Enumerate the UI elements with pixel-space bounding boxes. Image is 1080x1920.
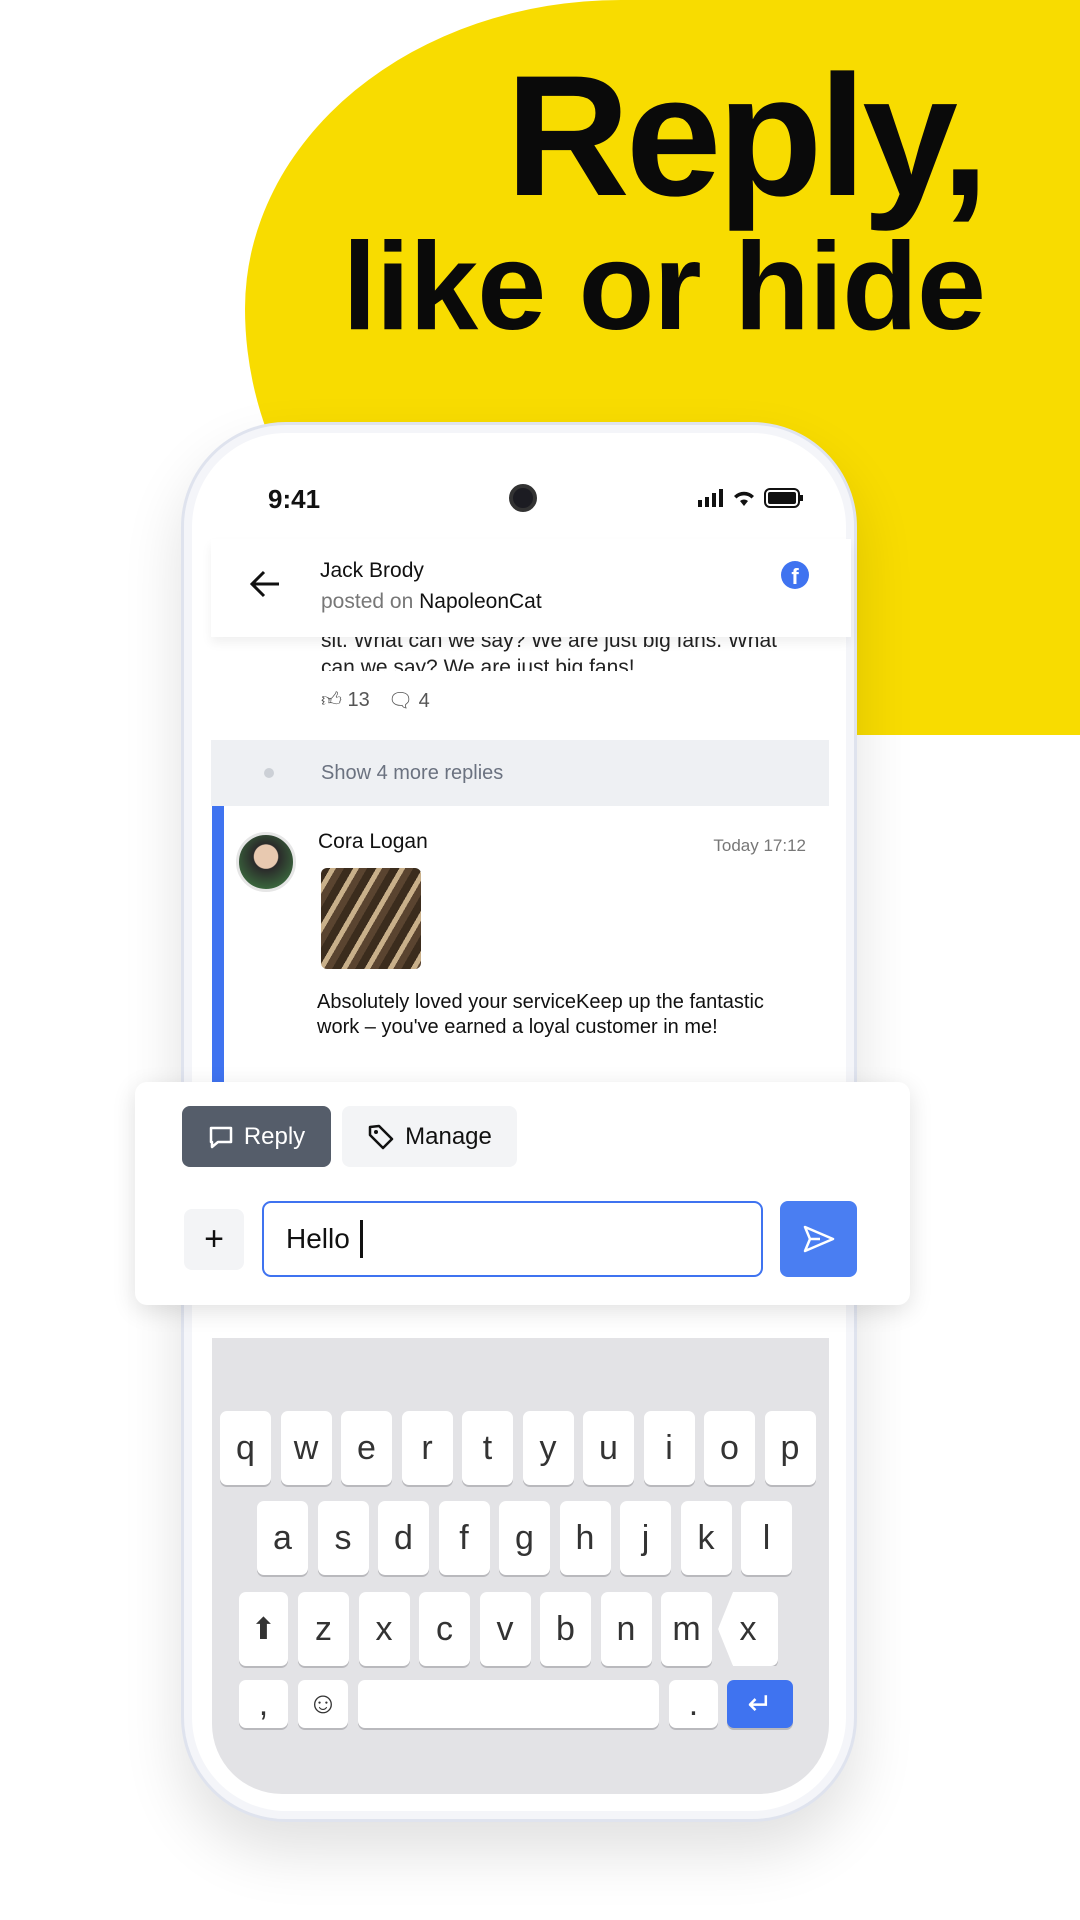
reply-tab[interactable]: Reply bbox=[182, 1106, 331, 1167]
signal-icon bbox=[698, 489, 723, 507]
key-e[interactable]: e bbox=[341, 1411, 392, 1485]
tag-icon bbox=[368, 1124, 394, 1149]
avatar bbox=[236, 832, 296, 892]
key-g[interactable]: g bbox=[499, 1501, 550, 1575]
reply-input[interactable]: Hello bbox=[262, 1201, 763, 1277]
manage-tab[interactable]: Manage bbox=[342, 1106, 517, 1167]
reply-label: Reply bbox=[243, 1122, 306, 1150]
space-key[interactable] bbox=[358, 1680, 659, 1728]
key-a[interactable]: a bbox=[257, 1501, 308, 1575]
headline-line2: like or hide bbox=[342, 218, 986, 356]
key-o[interactable]: o bbox=[704, 1411, 755, 1485]
return-icon: ↵ bbox=[747, 1687, 773, 1721]
emoji-key[interactable]: ☺ bbox=[298, 1680, 348, 1728]
attach-plus-button[interactable]: + bbox=[184, 1209, 244, 1270]
text-cursor bbox=[359, 1220, 363, 1258]
shift-key[interactable]: ⬆ bbox=[239, 1592, 288, 1666]
key-k[interactable]: k bbox=[680, 1501, 732, 1575]
thread-dot bbox=[264, 768, 274, 778]
battery-icon bbox=[764, 488, 803, 508]
page-name[interactable]: NapoleonCat bbox=[419, 590, 542, 613]
status-time: 9:41 bbox=[268, 484, 321, 514]
key-z[interactable]: z bbox=[298, 1592, 349, 1666]
show-more-label: Show 4 more replies bbox=[321, 762, 504, 784]
key-s[interactable]: s bbox=[317, 1501, 369, 1575]
send-icon bbox=[803, 1225, 834, 1253]
show-more-replies[interactable]: Show 4 more replies bbox=[211, 740, 829, 806]
period-key[interactable]: . bbox=[669, 1680, 718, 1728]
manage-label: Manage bbox=[405, 1122, 492, 1150]
key-x[interactable]: x bbox=[358, 1592, 410, 1666]
reply-action-card: Reply Manage + Hello bbox=[135, 1082, 910, 1305]
likes-value: 13 bbox=[347, 689, 370, 711]
key-j[interactable]: j bbox=[620, 1501, 671, 1575]
key-i[interactable]: i bbox=[643, 1411, 695, 1485]
status-icons bbox=[698, 488, 804, 508]
backspace-icon: x bbox=[739, 1609, 757, 1648]
camera-icon bbox=[509, 484, 537, 512]
shift-icon: ⬆ bbox=[250, 1612, 277, 1646]
previous-comment-stats: 👍︎ 13 🗨︎ 4 bbox=[321, 688, 430, 713]
key-d[interactable]: d bbox=[378, 1501, 429, 1575]
key-v[interactable]: v bbox=[479, 1592, 531, 1666]
key-u[interactable]: u bbox=[583, 1411, 634, 1485]
comment-author: Cora Logan bbox=[318, 830, 428, 853]
key-r[interactable]: r bbox=[401, 1411, 453, 1485]
key-b[interactable]: b bbox=[540, 1592, 591, 1666]
key-c[interactable]: c bbox=[419, 1592, 470, 1666]
replies-value: 4 bbox=[418, 690, 430, 712]
key-t[interactable]: t bbox=[462, 1411, 513, 1485]
replies-count[interactable]: 🗨︎ 4 bbox=[388, 688, 430, 713]
key-w[interactable]: w bbox=[280, 1411, 332, 1485]
key-p[interactable]: p bbox=[764, 1411, 816, 1485]
likes-count[interactable]: 👍︎ 13 bbox=[321, 688, 370, 713]
key-n[interactable]: n bbox=[600, 1592, 652, 1666]
posted-on: posted on NapoleonCat bbox=[321, 590, 542, 614]
post-author: Jack Brody bbox=[320, 559, 424, 582]
comment-image[interactable] bbox=[321, 868, 421, 969]
back-arrow-icon[interactable] bbox=[249, 569, 281, 599]
reply-input-value: Hello bbox=[286, 1223, 350, 1254]
return-key[interactable]: ↵ bbox=[727, 1680, 793, 1728]
comma-key[interactable]: , bbox=[239, 1680, 288, 1728]
key-l[interactable]: l bbox=[741, 1501, 792, 1575]
key-y[interactable]: y bbox=[522, 1411, 574, 1485]
key-f[interactable]: f bbox=[438, 1501, 490, 1575]
key-q[interactable]: q bbox=[220, 1411, 271, 1485]
post-header: Jack Brody posted on NapoleonCat f bbox=[211, 539, 851, 637]
emoji-icon: ☺ bbox=[307, 1687, 339, 1720]
wifi-icon bbox=[734, 491, 754, 506]
selected-indicator bbox=[212, 806, 224, 1082]
facebook-icon: f bbox=[781, 561, 809, 589]
posted-on-label: posted on bbox=[321, 590, 414, 613]
previous-comment-line: can we say? We are just big fans! bbox=[321, 656, 635, 671]
key-m[interactable]: m bbox=[661, 1592, 712, 1666]
comment-icon bbox=[209, 1126, 233, 1148]
comment-time: Today 17:12 bbox=[713, 836, 806, 855]
key-h[interactable]: h bbox=[559, 1501, 611, 1575]
headline-line1: Reply, bbox=[505, 40, 989, 232]
send-button[interactable] bbox=[780, 1201, 857, 1277]
comment-text: Absolutely loved your serviceKeep up the… bbox=[317, 991, 764, 1038]
